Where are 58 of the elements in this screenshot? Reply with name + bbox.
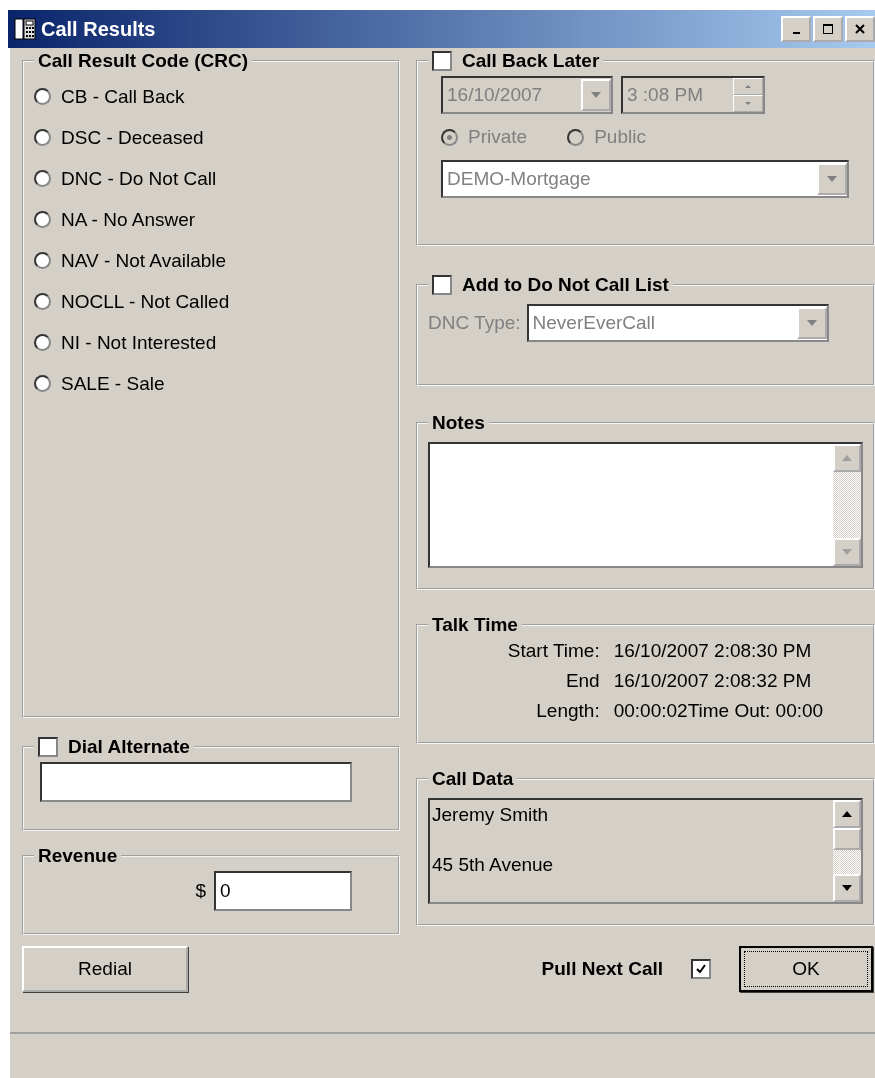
time-label: Length: xyxy=(535,700,600,722)
phone-field[interactable] xyxy=(40,762,352,802)
radio-label[interactable]: NOCLL - Not Called xyxy=(61,290,230,313)
group-title: Call Result Code (CRC) xyxy=(37,50,250,72)
radio-label[interactable]: NA - No Answer xyxy=(61,208,196,231)
radio-button[interactable] xyxy=(34,88,51,105)
group-title: Talk Time xyxy=(431,614,519,636)
check-icon xyxy=(695,963,707,975)
radio-button[interactable] xyxy=(34,375,51,392)
radio-label[interactable]: DNC - Do Not Call xyxy=(61,167,217,190)
checkbox-label[interactable]: Pull Next Call xyxy=(541,958,663,980)
down-arrow-icon[interactable] xyxy=(842,885,852,891)
time-value: 16/10/2007 2:08:30 PM xyxy=(613,640,813,662)
dropdown-arrow-icon xyxy=(591,92,601,98)
up-arrow-icon xyxy=(745,85,751,88)
redial-button[interactable]: Redial xyxy=(22,946,188,992)
group-title: Notes xyxy=(431,412,486,434)
radio-button[interactable] xyxy=(34,211,51,228)
down-arrow-icon xyxy=(745,102,751,105)
currency-label: $ xyxy=(195,880,206,902)
scrollbar-track xyxy=(833,850,861,874)
checkbox[interactable] xyxy=(38,737,58,757)
scrollbar[interactable] xyxy=(833,800,861,902)
checkbox-label[interactable]: Dial Alternate xyxy=(68,736,190,758)
maximize-icon xyxy=(822,23,834,35)
up-arrow-icon[interactable] xyxy=(842,811,852,817)
close-icon xyxy=(854,23,866,35)
scrollbar-thumb[interactable] xyxy=(833,828,861,850)
radio-button[interactable] xyxy=(34,293,51,310)
radio-button[interactable] xyxy=(34,334,51,351)
radio-button[interactable] xyxy=(34,129,51,146)
dropdown-arrow-icon xyxy=(827,176,837,182)
radio-button[interactable] xyxy=(34,252,51,269)
radio-label[interactable]: SALE - Sale xyxy=(61,372,165,395)
notes-field[interactable] xyxy=(428,442,863,568)
dnc-type-label: DNC Type: xyxy=(428,312,521,334)
time-value: 16/10/2007 2:08:32 PM xyxy=(613,670,813,692)
group-title: Revenue xyxy=(37,845,119,867)
radio-label[interactable]: NAV - Not Available xyxy=(61,249,227,272)
radio-label[interactable]: DSC - Deceased xyxy=(61,126,204,149)
minimize-icon xyxy=(792,32,800,34)
time-label: End xyxy=(564,670,600,692)
maximize-button[interactable] xyxy=(813,16,843,42)
revenue-field[interactable]: 0 xyxy=(214,871,352,911)
radio-label[interactable]: CB - Call Back xyxy=(61,85,185,108)
dropdown-arrow-icon xyxy=(806,320,817,326)
phone-icon xyxy=(14,18,36,40)
radio-button[interactable] xyxy=(34,170,51,187)
checkbox[interactable] xyxy=(691,959,711,979)
time-label: Start Time: xyxy=(507,640,600,662)
call-data-line: 45 5th Avenue xyxy=(432,854,555,876)
window-title: Call Results xyxy=(41,17,156,41)
time-value: 00:00:02Time Out: 00:00 xyxy=(613,700,824,722)
close-button[interactable] xyxy=(845,16,875,42)
call-data-line: Jeremy Smith xyxy=(432,804,550,826)
ok-button[interactable]: OK xyxy=(739,946,873,992)
group-title: Call Data xyxy=(431,768,515,790)
radio-label[interactable]: NI - Not Interested xyxy=(61,331,217,354)
